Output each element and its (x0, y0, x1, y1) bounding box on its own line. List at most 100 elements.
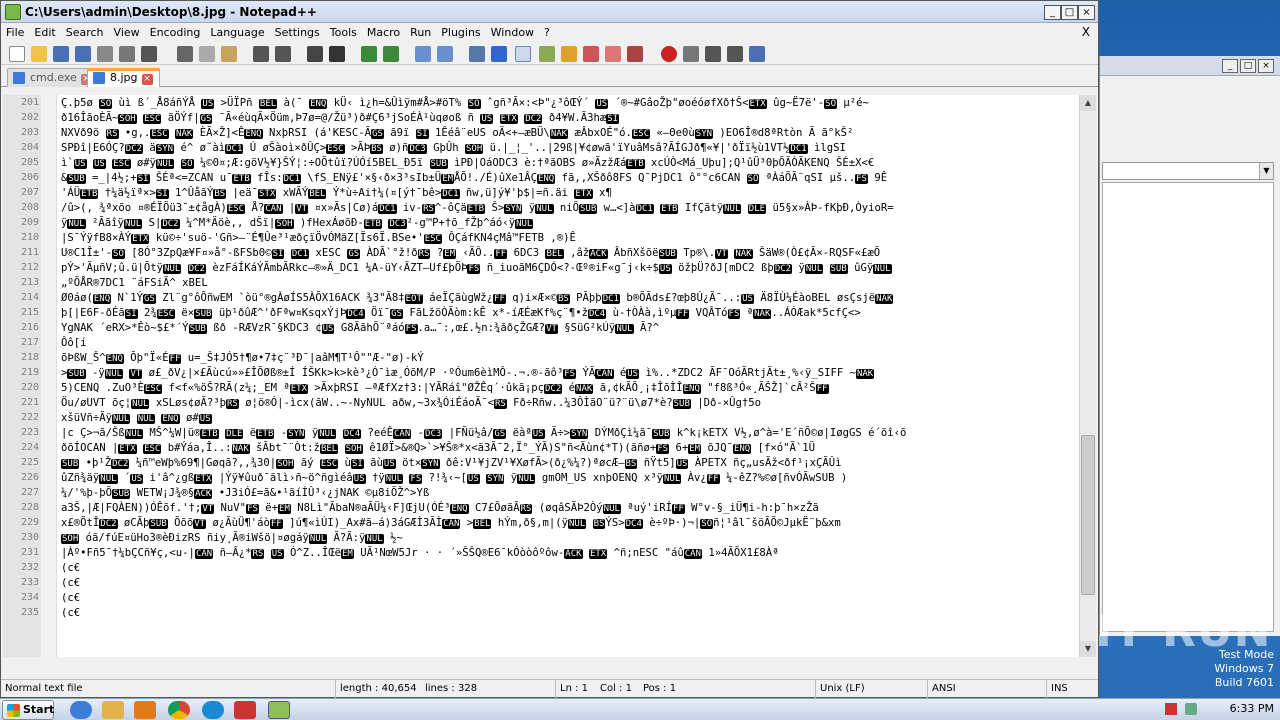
save-icon[interactable] (53, 46, 69, 62)
editor-line[interactable]: 226 ûZñ¾äÿNUL ´US i'â^¿gßETX |Ýÿ¥ûuð¯ãlì›… (3, 471, 1079, 486)
close-button[interactable]: × (1258, 59, 1274, 73)
close-all-icon[interactable] (119, 46, 135, 62)
menu-run[interactable]: Run (405, 23, 436, 39)
editor-line[interactable]: 210 |S¯ÝÿfB8×ÀÝETX kü©÷'suö-'Gñ>—¨É¶Ûe³¹æ… (3, 231, 1079, 246)
minimize-button[interactable]: _ (1222, 59, 1238, 73)
undo-icon[interactable] (253, 46, 269, 62)
maximize-button[interactable]: □ (1240, 59, 1256, 73)
editor-line[interactable]: 225 SUB •þ¹ŽDC2 ¼ñ™eWþ%69¶|Gøqã?,,¾30|SOH… (3, 456, 1079, 471)
show-all-characters-icon[interactable] (491, 46, 507, 62)
editor-line[interactable]: 202 ð16ÎãoÈÃ~SOH ESC ãÖÝf|GS ¯Ã«éùqÃ×Öüm,… (3, 111, 1079, 126)
sync-horizontal-icon[interactable] (437, 46, 453, 62)
replace-icon[interactable] (329, 46, 345, 62)
editor-line[interactable]: 213 „ºÕÅR®7DC1 ¨áFSiÃ^ xBEL (3, 276, 1079, 291)
menu-language[interactable]: Language (205, 23, 269, 39)
save-macro-icon[interactable] (749, 46, 765, 62)
copy-icon[interactable] (199, 46, 215, 62)
save-all-icon[interactable] (75, 46, 91, 62)
folder-workspace-icon[interactable] (605, 46, 621, 62)
record-macro-icon[interactable] (661, 46, 677, 62)
language-icon[interactable] (539, 46, 555, 62)
menu-edit[interactable]: Edit (29, 23, 60, 39)
zoom-out-icon[interactable] (383, 46, 399, 62)
monitoring-icon[interactable] (627, 46, 643, 62)
media-player-icon[interactable] (134, 701, 156, 719)
editor-line[interactable]: 218 õÞßW_Š^ENQ Õþ"Ï«ÉFF u=_Š‡JÓ5†¶ø•7‡ç¨³… (3, 351, 1079, 366)
sync-vertical-icon[interactable] (415, 46, 431, 62)
menu-encoding[interactable]: Encoding (145, 23, 206, 39)
word-wrap-icon[interactable] (469, 46, 485, 62)
editor-line[interactable]: 230 SOH óã/fúE¤üHo3®èÐizRS ñiy¸Ã®iWšö|¤øg… (3, 531, 1079, 546)
minimize-button[interactable]: _ (1044, 5, 1061, 20)
action-center-flag-icon[interactable] (1165, 703, 1177, 715)
editor-line[interactable]: 211 U®C1Î±'-SO [8Ó°3ZpQæ¥F¤»å°-ßFSb0©SI D… (3, 246, 1079, 261)
editor-line[interactable]: 219 >SUB -ÿNUL VT ø£_ðV¿|×£Ãùcú»»£ÎÕØß®±Í… (3, 366, 1079, 381)
editor-line[interactable]: 231 |Àº•Fñ5¯†¼bÇCñ¥ç,<u-|CAN ñ—Â¿*RS US Ó… (3, 546, 1079, 561)
menu-help[interactable]: ? (539, 23, 555, 39)
tab-cmd-exe[interactable]: cmd.exe× (7, 68, 99, 87)
editor-line[interactable]: 222 xšüVñ÷ÃÿNUL NUL ENQ ø#US (3, 411, 1079, 426)
security-app-icon[interactable] (234, 701, 256, 719)
play-macro-icon[interactable] (705, 46, 721, 62)
menu-macro[interactable]: Macro (362, 23, 405, 39)
edge-icon[interactable] (202, 701, 224, 719)
menu-window[interactable]: Window (486, 23, 539, 39)
close-document-button[interactable]: X (1082, 25, 1090, 39)
close-tab-icon[interactable]: × (141, 74, 153, 85)
menu-plugins[interactable]: Plugins (436, 23, 485, 39)
editor-line[interactable]: 203 NXVð9ö RS •g,.ESC NAK ÈÃ×Ž]<ÊENQ NxþR… (3, 126, 1079, 141)
find-icon[interactable] (307, 46, 323, 62)
chrome-icon[interactable] (168, 701, 190, 719)
doc-map-icon[interactable] (561, 46, 577, 62)
editor-line[interactable]: 224 ðõÍOCAN |ETX ESC b#Ýáa,Î..:NAK šÃbt¯¨… (3, 441, 1079, 456)
paste-icon[interactable] (221, 46, 237, 62)
internet-explorer-icon[interactable] (70, 701, 92, 719)
address-combo[interactable]: ▼ (1102, 162, 1274, 180)
editor-line[interactable]: 221 Öu/øUVT õç¦NUL xSLøs¢øÃ?³þRS ø¦ö®Ó|-ì… (3, 396, 1079, 411)
editor-line[interactable]: 217 Ôô[í (3, 336, 1079, 351)
editor-line[interactable]: 220 5)CENQ .ZuO³ÈESC f<f«%öŠ?RÃ(z¼;_EM ªE… (3, 381, 1079, 396)
menu-settings[interactable]: Settings (270, 23, 325, 39)
editor-line[interactable]: 215 þ[|E6F-ðÉãSI 2¾ESC ë×SUB üþ¹ðûÆ^'ðFªw… (3, 306, 1079, 321)
menu-search[interactable]: Search (61, 23, 109, 39)
chevron-down-icon[interactable]: ▼ (1259, 163, 1273, 179)
editor-line[interactable]: 216 YgNAK ´eRX>*Êò~$£*´ÝSUB ßð -RÆVzR¯§KD… (3, 321, 1079, 336)
print-icon[interactable] (141, 46, 157, 62)
zoom-in-icon[interactable] (361, 46, 377, 62)
redo-icon[interactable] (275, 46, 291, 62)
editor-line[interactable]: 204 SPÐî|E6ÓÇ?DC2 äSYN é^ ø˜àìDC1 Ú øŠàoì… (3, 141, 1079, 156)
editor-line[interactable]: 214 Ø0áø(ENQ N`1ÝGS Zl¨g°ôÕñwEM `òü°®gÀøÍ… (3, 291, 1079, 306)
menu-view[interactable]: View (109, 23, 145, 39)
editor-line[interactable]: 212 pÝ>'ÃµñV;û.ü|ÕtÿNUL DC2 èzFáÍKáÝÃmbÃR… (3, 261, 1079, 276)
editor-line[interactable]: 223 |c Ç>¬ã/ŠßNUL MŠ^¼W|ü®ETB DLE ëETB -S… (3, 426, 1079, 441)
clock[interactable]: 6:33 PM (1230, 702, 1274, 715)
function-list-icon[interactable] (583, 46, 599, 62)
stop-macro-icon[interactable] (683, 46, 699, 62)
editor-line[interactable]: 209 ÿNUL ²ÃãîÿNUL S|DC2 ¼^M*Äöè,, dŠï|SOH… (3, 216, 1079, 231)
maximize-button[interactable]: □ (1061, 5, 1078, 20)
editor-line[interactable]: 227 ¼/'%þ-þÕSUB WETW¡J¾®§ACK •J3iÓ£=ã&•¹ã… (3, 486, 1079, 501)
editor-line[interactable]: 207 'ÁÜETB †¼ä½ïª×>SI 1^ÛåãÝBS |eä¯STX xW… (3, 186, 1079, 201)
menu-file[interactable]: File (1, 23, 29, 39)
scroll-down-icon[interactable]: ▼ (1080, 641, 1096, 657)
new-file-icon[interactable] (9, 46, 25, 62)
close-button[interactable]: × (1078, 5, 1095, 20)
editor-line[interactable]: 235 (c€ (3, 606, 1079, 621)
editor-line[interactable]: 233 (c€ (3, 576, 1079, 591)
editor-line[interactable]: 206 &SUB =_|4½;+SI ŠÉª<=ZCAN u¯ETB fÎs:DC… (3, 171, 1079, 186)
title-bar[interactable]: C:\Users\admin\Desktop\8.jpg - Notepad++… (1, 1, 1098, 23)
close-file-icon[interactable] (97, 46, 113, 62)
editor-text-area[interactable]: 201 Ç.þ5ø SO ùì ß´_Å8áñÝÅ US >ÜÏPñ BEL à(… (3, 95, 1079, 657)
editor-line[interactable]: 208/û>(, ¾ªxõo ¤®ÉÏÖü3¯±¢ågÀ)ESC Å?CAN |… (3, 201, 1079, 216)
volume-icon[interactable] (1185, 703, 1197, 715)
play-multiple-macro-icon[interactable] (727, 46, 743, 62)
indent-guide-icon[interactable] (515, 46, 531, 62)
vertical-scrollbar[interactable]: ▲ ▼ (1079, 95, 1096, 657)
tab-8-jpg[interactable]: 8.jpg × (87, 68, 160, 87)
editor-line[interactable]: 232 (c€ (3, 561, 1079, 576)
scroll-thumb[interactable] (1081, 435, 1095, 595)
editor-line[interactable]: 228 a3Š,|Æ|FQÀEN))ÓÊõf.'†;VT NuV"FS ë+EM … (3, 501, 1079, 516)
cut-icon[interactable] (177, 46, 193, 62)
editor-line[interactable]: 205 ì`US US ESC ø#ÿNUL SO ¼©0¤;Æ:göV½¥}ŠÝ… (3, 156, 1079, 171)
scroll-up-icon[interactable]: ▲ (1080, 95, 1096, 111)
